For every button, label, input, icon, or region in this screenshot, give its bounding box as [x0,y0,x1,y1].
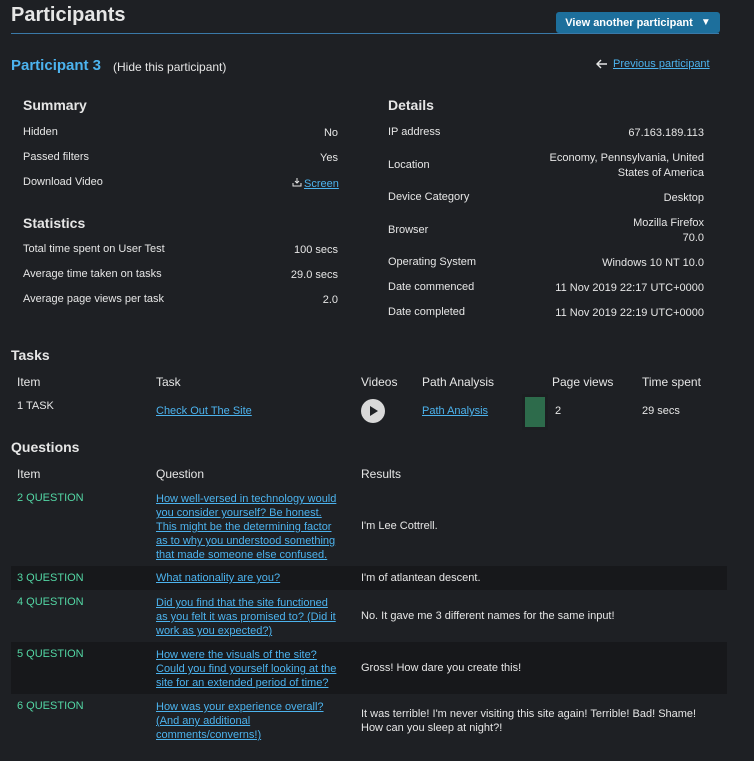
play-icon [370,406,378,416]
avg-task-time-value: 29.0 secs [290,269,338,281]
ip-label: IP address [388,126,441,138]
date-completed-label: Date completed [388,306,466,318]
date-commenced-label: Date commenced [388,281,475,293]
browser-value-line2: 70.0 [682,232,704,244]
avg-task-time-label: Average time taken on tasks [23,268,162,280]
passed-filters-label: Passed filters [23,151,90,163]
participant-title: Participant 3 [11,57,102,74]
question-link[interactable]: How were the visuals of the site? Could … [156,648,336,690]
avg-page-views-label: Average page views per task [23,293,165,305]
question-link[interactable]: What nationality are you? [156,572,280,584]
question-text-line[interactable]: This might be the determining factor [156,520,336,534]
browser-label: Browser [388,224,429,236]
page-views-value: 2 [555,405,562,417]
question-text-line[interactable]: Did you find that the site functioned [156,596,336,610]
previous-participant-link[interactable]: Previous participant [596,56,710,72]
question-item-label: 3 QUESTION [17,572,84,584]
question-text-line[interactable]: as to why you understood something [156,534,336,548]
path-analysis-link[interactable]: Path Analysis [422,405,488,417]
question-result: I'm of atlantean descent. [361,572,481,584]
question-item-label: 6 QUESTION [17,700,84,712]
date-commenced-value: 11 Nov 2019 22:17 UTC+0000 [555,282,704,294]
tasks-col-task: Task [156,375,181,389]
avg-page-views-value: 2.0 [322,294,338,306]
device-label: Device Category [388,191,470,203]
ip-value: 67.163.189.113 [628,127,704,139]
play-video-button[interactable] [361,399,385,423]
summary-heading: Summary [23,97,87,113]
task-link[interactable]: Check Out The Site [156,405,252,417]
question-text-line[interactable]: How was your experience overall? [156,700,324,714]
question-text-line[interactable]: How were the visuals of the site? [156,648,336,662]
download-icon [292,177,302,190]
tasks-col-videos: Videos [361,375,398,389]
question-result: It was terrible! I'm never visiting this… [361,707,696,735]
questions-heading: Questions [11,439,80,455]
time-spent-value: 29 secs [642,405,680,417]
question-text-line[interactable]: How well-versed in technology would [156,492,336,506]
question-text-line[interactable]: that made someone else confused. [156,548,336,562]
tasks-col-path: Path Analysis [422,375,495,389]
chevron-down-icon: ▼ [700,17,711,28]
page-title: Participants [11,4,126,26]
details-heading: Details [388,97,434,113]
tasks-col-item: Item [17,375,41,389]
page-views-bar [522,394,548,430]
question-link[interactable]: How well-versed in technology would you … [156,492,336,562]
passed-filters-value: Yes [320,152,338,164]
total-time-label: Total time spent on User Test [23,243,165,255]
question-text-line[interactable]: comments/converns!) [156,728,324,742]
download-screen-label[interactable]: Screen [304,178,339,190]
tasks-col-time: Time spent [642,375,701,389]
statistics-heading: Statistics [23,215,86,231]
download-video-label: Download Video [23,176,103,188]
total-time-value: 100 secs [293,244,338,256]
question-item-label: 2 QUESTION [17,492,84,504]
date-completed-value: 11 Nov 2019 22:19 UTC+0000 [555,307,704,319]
question-text-line[interactable]: as you felt it was promised to? (Did it [156,610,336,624]
download-screen-link[interactable]: Screen [292,177,339,190]
question-result: I'm Lee Cottrell. [361,520,438,532]
question-result: No. It gave me 3 different names for the… [361,610,615,622]
os-value: Windows 10 NT 10.0 [602,257,704,269]
question-link[interactable]: Did you find that the site functioned as… [156,596,336,638]
questions-col-results: Results [361,467,402,481]
question-result-line: How can you sleep at night?! [361,722,503,734]
view-another-label: View another participant [565,16,693,29]
device-value: Desktop [663,192,704,204]
browser-value-line1: Mozilla Firefox [633,217,704,229]
questions-col-item: Item [17,467,41,481]
question-text-line[interactable]: (And any additional [156,714,324,728]
view-another-participant-button[interactable]: View another participant ▼ [556,12,720,33]
question-link[interactable]: How was your experience overall? (And an… [156,700,324,742]
location-value-line1: Economy, Pennsylvania, United [549,152,705,164]
tasks-col-views: Page views [552,375,614,389]
previous-participant-label[interactable]: Previous participant [613,58,710,70]
question-text-line[interactable]: Could you find yourself looking at the [156,662,336,676]
hide-participant-link[interactable]: (Hide this participant) [113,60,226,74]
question-text-line[interactable]: site for an extended period of time? [156,676,336,690]
location-value-line2: States of America [617,167,704,179]
question-text-line[interactable]: work as you expected?) [156,624,336,638]
question-item-label: 4 QUESTION [17,596,84,608]
header-divider [11,33,719,34]
task-item-label: 1 TASK [17,400,54,412]
question-result-line: It was terrible! I'm never visiting this… [361,708,697,720]
location-label: Location [388,159,430,171]
hidden-value: No [323,127,338,139]
question-result: Gross! How dare you create this! [361,662,522,674]
question-text-line[interactable]: you consider yourself? Be honest. [156,506,336,520]
tasks-heading: Tasks [11,347,50,363]
questions-col-question: Question [156,467,205,481]
question-item-label: 5 QUESTION [17,648,84,660]
hidden-label: Hidden [23,126,58,138]
arrow-left-icon [596,56,608,72]
os-label: Operating System [388,256,477,268]
